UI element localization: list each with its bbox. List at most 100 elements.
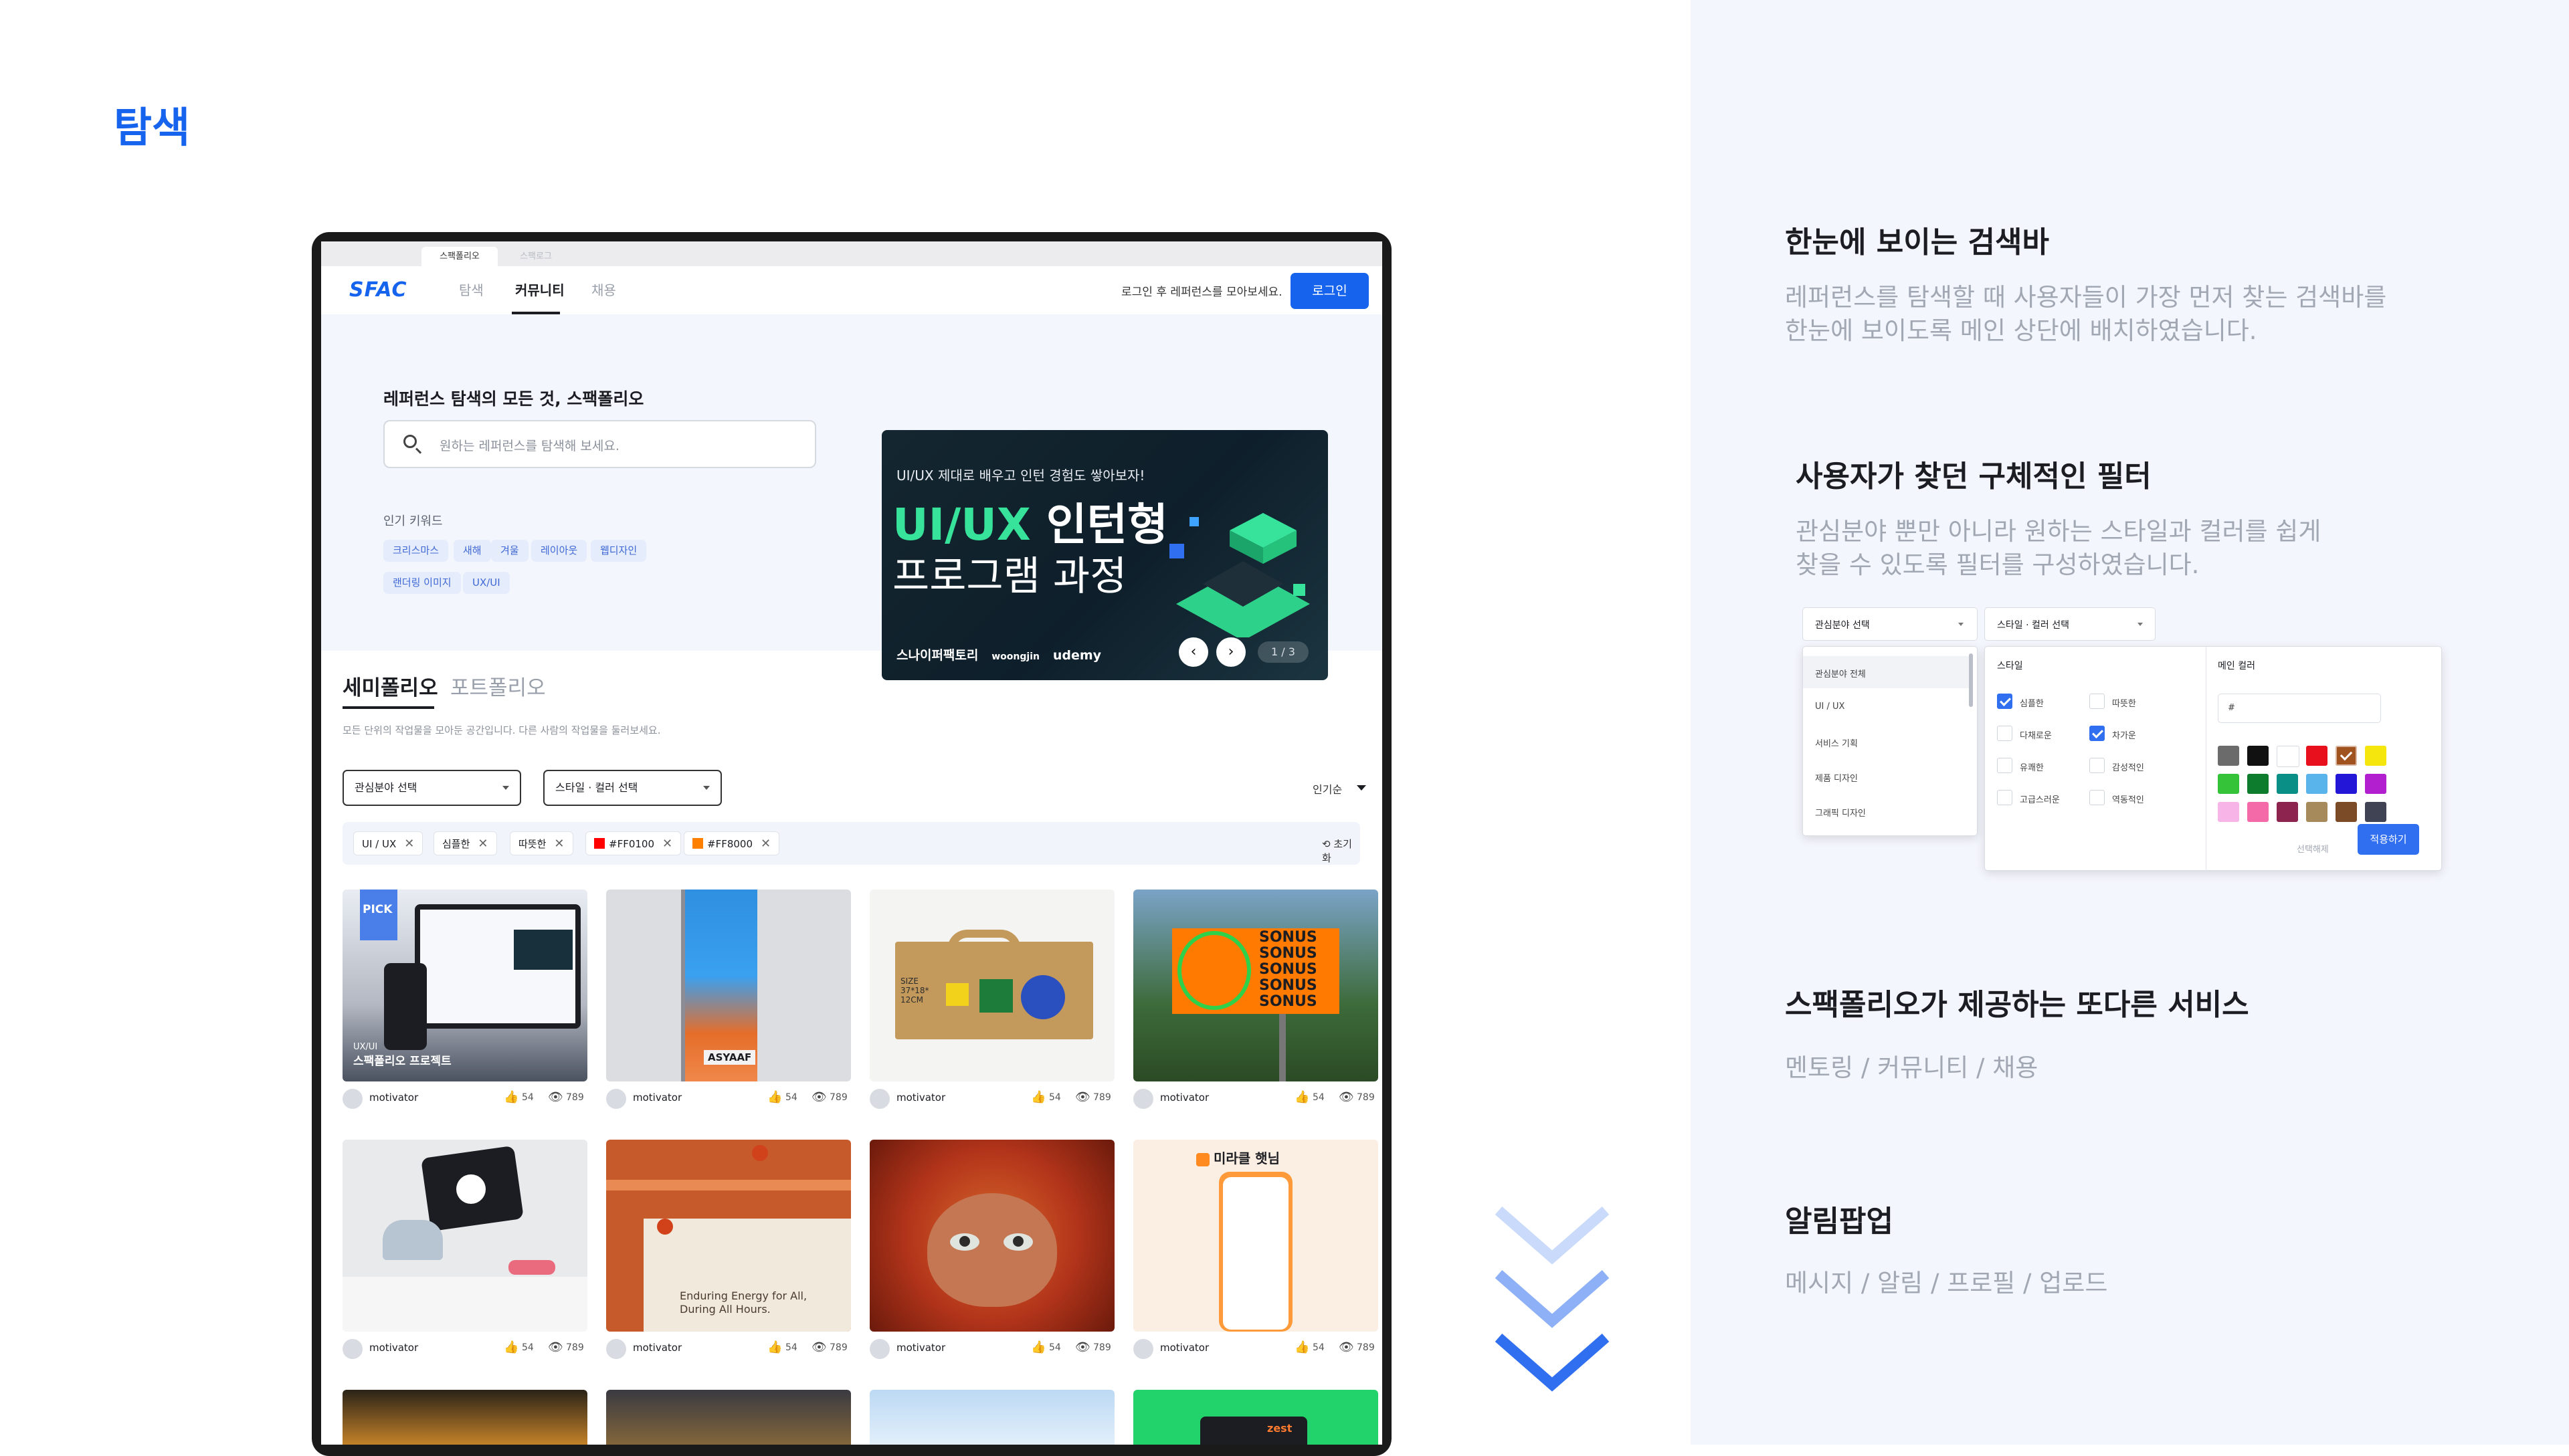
style-checkbox[interactable] bbox=[1997, 758, 2012, 773]
login-button[interactable]: 로그인 bbox=[1291, 273, 1369, 309]
portfolio-card-thumbnail[interactable] bbox=[343, 1390, 587, 1445]
thumbs-up-icon[interactable]: 👍 bbox=[1295, 1090, 1309, 1104]
avatar[interactable] bbox=[870, 1089, 890, 1109]
keyword-chip[interactable]: 랜더링 이미지 bbox=[383, 572, 461, 594]
keyword-chip[interactable]: UX/UI bbox=[463, 572, 510, 594]
portfolio-card-thumbnail[interactable] bbox=[870, 1390, 1115, 1445]
avatar[interactable] bbox=[343, 1339, 363, 1359]
style-checkbox[interactable] bbox=[1997, 726, 2012, 741]
interest-option[interactable]: 그래픽 디자인 bbox=[1815, 806, 1866, 819]
interest-option[interactable]: UI / UX bbox=[1815, 702, 1844, 712]
nav-item-explore[interactable]: 탐색 bbox=[459, 280, 484, 299]
card-thumbnail[interactable]: PICK UX/UI 스팩폴리오 프로젝트 bbox=[343, 890, 587, 1081]
color-swatch[interactable] bbox=[2365, 802, 2386, 822]
style-checkbox[interactable] bbox=[2089, 758, 2105, 773]
logo[interactable]: SFAC bbox=[349, 278, 407, 302]
card-thumbnail[interactable]: SIZE 37*18* 12CM bbox=[870, 890, 1115, 1081]
style-checkbox[interactable] bbox=[1997, 694, 2012, 709]
interest-option[interactable]: 서비스 기획 bbox=[1815, 736, 1858, 749]
card-thumbnail[interactable]: Enduring Energy for All, During All Hour… bbox=[606, 1140, 851, 1332]
color-swatch[interactable] bbox=[2277, 802, 2298, 822]
promo-banner[interactable]: UI/UX 제대로 배우고 인턴 경험도 쌓아보자! UI/UX 인턴형 프로그… bbox=[882, 430, 1328, 680]
color-swatch[interactable] bbox=[2277, 746, 2299, 767]
thumbs-up-icon[interactable]: 👍 bbox=[1031, 1090, 1046, 1104]
mock-style-select[interactable]: 스타일 · 컬러 선택 bbox=[1984, 607, 2156, 641]
tab-portfolio[interactable]: 포트폴리오 bbox=[450, 671, 546, 701]
keyword-chip[interactable]: 새해 bbox=[454, 540, 491, 562]
style-color-select[interactable]: 스타일 · 컬러 선택 bbox=[543, 770, 722, 806]
color-swatch[interactable] bbox=[2336, 746, 2357, 766]
close-icon[interactable]: ✕ bbox=[761, 837, 771, 851]
reset-filters-button[interactable]: ⟲ 초기화 bbox=[1322, 837, 1360, 865]
color-swatch[interactable] bbox=[2336, 774, 2357, 794]
card-author[interactable]: motivator bbox=[896, 1342, 945, 1354]
deselect-button[interactable]: 선택해제 bbox=[2297, 842, 2329, 855]
card-author[interactable]: motivator bbox=[896, 1091, 945, 1104]
card-thumbnail[interactable]: ASYAAF bbox=[606, 890, 851, 1081]
thumbs-up-icon[interactable]: 👍 bbox=[504, 1340, 518, 1354]
avatar[interactable] bbox=[1133, 1089, 1153, 1109]
color-swatch[interactable] bbox=[2306, 802, 2327, 822]
style-checkbox[interactable] bbox=[2089, 790, 2105, 805]
nav-item-community[interactable]: 커뮤니티 bbox=[515, 280, 565, 299]
color-swatch[interactable] bbox=[2247, 774, 2269, 794]
browser-tab-speclog[interactable]: 스팩로그 bbox=[498, 247, 574, 266]
color-hex-input[interactable]: # bbox=[2218, 694, 2381, 723]
sort-dropdown[interactable]: 인기순 bbox=[1313, 781, 1342, 797]
thumbs-up-icon[interactable]: 👍 bbox=[767, 1090, 782, 1104]
close-icon[interactable]: ✕ bbox=[404, 837, 414, 851]
caret-down-icon[interactable] bbox=[1357, 785, 1366, 791]
avatar[interactable] bbox=[606, 1089, 626, 1109]
keyword-chip[interactable]: 웹디자인 bbox=[591, 540, 647, 562]
close-icon[interactable]: ✕ bbox=[662, 837, 672, 851]
mock-interest-select[interactable]: 관심분야 선택 bbox=[1802, 607, 1978, 641]
style-checkbox[interactable] bbox=[2089, 694, 2105, 709]
avatar[interactable] bbox=[343, 1089, 363, 1109]
search-input[interactable]: 원하는 레퍼런스를 탐색해 보세요. bbox=[383, 420, 816, 468]
keyword-chip[interactable]: 크리스마스 bbox=[383, 540, 449, 562]
banner-next-button[interactable]: › bbox=[1216, 637, 1246, 667]
color-swatch[interactable] bbox=[2365, 774, 2386, 794]
color-swatch[interactable] bbox=[2336, 802, 2357, 822]
card-author[interactable]: motivator bbox=[369, 1091, 418, 1104]
card-author[interactable]: motivator bbox=[369, 1342, 418, 1354]
portfolio-card-thumbnail[interactable] bbox=[606, 1390, 851, 1445]
portfolio-card-thumbnail[interactable]: zest bbox=[1133, 1390, 1378, 1445]
style-checkbox[interactable] bbox=[1997, 790, 2012, 805]
banner-prev-button[interactable]: ‹ bbox=[1179, 637, 1208, 667]
color-swatch[interactable] bbox=[2247, 746, 2269, 766]
color-swatch[interactable] bbox=[2218, 774, 2239, 794]
card-thumbnail[interactable] bbox=[343, 1140, 587, 1332]
close-icon[interactable]: ✕ bbox=[478, 837, 488, 851]
keyword-chip[interactable]: 레이아웃 bbox=[531, 540, 587, 562]
color-swatch[interactable] bbox=[2306, 746, 2327, 766]
browser-tab-specfolio[interactable]: 스팩폴리오 bbox=[421, 247, 498, 266]
thumbs-up-icon[interactable]: 👍 bbox=[767, 1340, 782, 1354]
card-author[interactable]: motivator bbox=[633, 1091, 682, 1104]
color-swatch[interactable] bbox=[2365, 746, 2386, 766]
thumbs-up-icon[interactable]: 👍 bbox=[1295, 1340, 1309, 1354]
close-icon[interactable]: ✕ bbox=[554, 837, 564, 851]
interest-option[interactable]: 관심분야 전체 bbox=[1815, 667, 1866, 680]
card-thumbnail[interactable]: 미라클 햇님 bbox=[1133, 1140, 1378, 1332]
card-author[interactable]: motivator bbox=[1160, 1342, 1209, 1354]
color-swatch[interactable] bbox=[2218, 802, 2239, 822]
interest-option[interactable]: 제품 디자인 bbox=[1815, 771, 1858, 784]
tab-semifolio[interactable]: 세미폴리오 bbox=[343, 671, 438, 701]
avatar[interactable] bbox=[1133, 1339, 1153, 1359]
card-thumbnail[interactable] bbox=[870, 1140, 1115, 1332]
scrollbar[interactable] bbox=[1969, 653, 1973, 707]
keyword-chip[interactable]: 겨울 bbox=[491, 540, 529, 562]
style-checkbox[interactable] bbox=[2089, 726, 2105, 741]
avatar[interactable] bbox=[606, 1339, 626, 1359]
color-swatch[interactable] bbox=[2218, 746, 2239, 766]
apply-button[interactable]: 적용하기 bbox=[2358, 824, 2419, 855]
color-swatch[interactable] bbox=[2306, 774, 2327, 794]
thumbs-up-icon[interactable]: 👍 bbox=[504, 1090, 518, 1104]
nav-item-jobs[interactable]: 채용 bbox=[591, 280, 616, 299]
color-swatch[interactable] bbox=[2277, 774, 2298, 794]
card-thumbnail[interactable]: SONUS SONUS SONUS SONUS SONUS bbox=[1133, 890, 1378, 1081]
avatar[interactable] bbox=[870, 1339, 890, 1359]
color-swatch[interactable] bbox=[2247, 802, 2269, 822]
card-author[interactable]: motivator bbox=[633, 1342, 682, 1354]
